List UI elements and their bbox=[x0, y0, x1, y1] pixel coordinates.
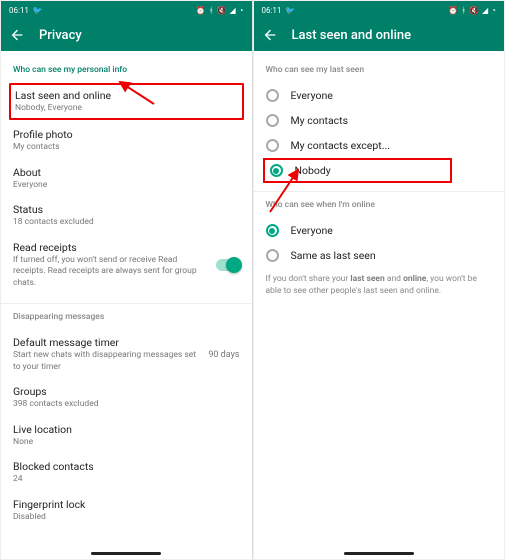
nav-handle[interactable] bbox=[91, 552, 161, 555]
item-subtitle: My contacts bbox=[13, 142, 240, 153]
radio-everyone[interactable]: Everyone bbox=[266, 83, 493, 108]
item-live-location[interactable]: Live location None bbox=[13, 417, 240, 454]
radio-label: Everyone bbox=[291, 89, 333, 102]
status-time: 06:11 bbox=[262, 6, 282, 15]
page-title: Last seen and online bbox=[292, 28, 412, 43]
item-subtitle: Disabled bbox=[13, 512, 240, 523]
toggle-read-receipts[interactable] bbox=[216, 259, 240, 271]
radio-icon bbox=[266, 114, 279, 127]
back-icon[interactable] bbox=[262, 27, 278, 43]
item-title: Read receipts bbox=[13, 241, 240, 254]
signal-icon: ◢ bbox=[230, 6, 236, 15]
section-personal-info: Who can see my personal info bbox=[13, 65, 240, 75]
item-subtitle: Nobody, Everyone bbox=[15, 103, 238, 114]
item-title: Live location bbox=[13, 423, 240, 436]
bluetooth-icon: ᚼ bbox=[461, 6, 466, 15]
item-default-timer[interactable]: Default message timer Start new chats wi… bbox=[13, 330, 240, 379]
divider bbox=[254, 191, 505, 192]
item-blocked-contacts[interactable]: Blocked contacts 24 bbox=[13, 454, 240, 491]
mute-icon: 🔇 bbox=[217, 6, 227, 15]
nav-handle[interactable] bbox=[344, 552, 414, 555]
radio-icon bbox=[266, 89, 279, 102]
item-subtitle: None bbox=[13, 437, 240, 448]
alarm-icon: ⏰ bbox=[448, 6, 458, 15]
screen-last-seen-online: 06:11 🐦 ⏰ ᚼ 🔇 ◢ ◔ Last seen and online W… bbox=[253, 0, 505, 560]
back-icon[interactable] bbox=[9, 27, 25, 43]
radio-my-contacts-except[interactable]: My contacts except... bbox=[266, 133, 493, 158]
status-bar: 06:11 🐦 ⏰ ᚼ 🔇 ◢ ◔ bbox=[1, 1, 252, 19]
radio-label: My contacts except... bbox=[291, 139, 391, 152]
bluetooth-icon: ᚼ bbox=[209, 6, 214, 15]
app-bar: Privacy bbox=[1, 19, 252, 51]
item-fingerprint-lock[interactable]: Fingerprint lock Disabled bbox=[13, 492, 240, 529]
radio-label: Everyone bbox=[291, 224, 333, 237]
item-about[interactable]: About Everyone bbox=[13, 160, 240, 197]
item-last-seen-online[interactable]: Last seen and online Nobody, Everyone bbox=[15, 89, 238, 114]
info-note: If you don't share your last seen and on… bbox=[266, 274, 493, 298]
timer-value: 90 days bbox=[208, 350, 239, 360]
status-icons: ⏰ ᚼ 🔇 ◢ ◔ bbox=[448, 6, 496, 15]
twitter-icon: 🐦 bbox=[33, 6, 43, 15]
section-online: Who can see when I'm online bbox=[266, 200, 493, 210]
item-title: Blocked contacts bbox=[13, 460, 240, 473]
status-time: 06:11 bbox=[9, 6, 29, 15]
item-title: Groups bbox=[13, 385, 240, 398]
item-profile-photo[interactable]: Profile photo My contacts bbox=[13, 122, 240, 159]
item-subtitle: Everyone bbox=[13, 180, 240, 191]
battery-icon: ◔ bbox=[239, 6, 244, 15]
item-status[interactable]: Status 18 contacts excluded bbox=[13, 197, 240, 234]
screen-privacy: 06:11 🐦 ⏰ ᚼ 🔇 ◢ ◔ Privacy Who can see my… bbox=[0, 0, 253, 560]
app-bar: Last seen and online bbox=[254, 19, 505, 51]
radio-online-everyone[interactable]: Everyone bbox=[266, 218, 493, 243]
radio-my-contacts[interactable]: My contacts bbox=[266, 108, 493, 133]
item-title: Last seen and online bbox=[15, 89, 238, 102]
radio-nobody[interactable]: Nobody bbox=[270, 162, 446, 179]
status-icons: ⏰ ᚼ 🔇 ◢ ◔ bbox=[196, 6, 244, 15]
item-subtitle: Start new chats with disappearing messag… bbox=[13, 350, 240, 373]
section-last-seen: Who can see my last seen bbox=[266, 65, 493, 75]
item-subtitle: 18 contacts excluded bbox=[13, 217, 240, 228]
radio-label: My contacts bbox=[291, 114, 349, 127]
radio-icon bbox=[266, 224, 279, 237]
radio-label: Same as last seen bbox=[291, 249, 376, 262]
battery-icon: ◔ bbox=[491, 6, 496, 15]
mute-icon: 🔇 bbox=[469, 6, 479, 15]
radio-icon bbox=[266, 139, 279, 152]
item-subtitle: 24 bbox=[13, 474, 240, 485]
item-subtitle: 398 contacts excluded bbox=[13, 399, 240, 410]
highlight-last-seen: Last seen and online Nobody, Everyone bbox=[9, 83, 244, 120]
item-subtitle: If turned off, you won't send or receive… bbox=[13, 255, 240, 289]
radio-online-same[interactable]: Same as last seen bbox=[266, 243, 493, 268]
alarm-icon: ⏰ bbox=[196, 6, 206, 15]
twitter-icon: 🐦 bbox=[285, 6, 295, 15]
radio-icon bbox=[270, 164, 283, 177]
status-bar: 06:11 🐦 ⏰ ᚼ 🔇 ◢ ◔ bbox=[254, 1, 505, 19]
highlight-nobody: Nobody bbox=[263, 158, 453, 183]
item-title: Default message timer bbox=[13, 336, 240, 349]
item-groups[interactable]: Groups 398 contacts excluded bbox=[13, 379, 240, 416]
radio-icon bbox=[266, 249, 279, 262]
divider bbox=[1, 303, 252, 304]
item-title: Profile photo bbox=[13, 128, 240, 141]
page-title: Privacy bbox=[39, 28, 82, 43]
radio-label: Nobody bbox=[295, 164, 331, 177]
item-title: Status bbox=[13, 203, 240, 216]
signal-icon: ◢ bbox=[482, 6, 488, 15]
item-title: Fingerprint lock bbox=[13, 498, 240, 511]
item-read-receipts[interactable]: Read receipts If turned off, you won't s… bbox=[13, 235, 240, 295]
item-title: About bbox=[13, 166, 240, 179]
section-disappearing: Disappearing messages bbox=[13, 312, 240, 322]
